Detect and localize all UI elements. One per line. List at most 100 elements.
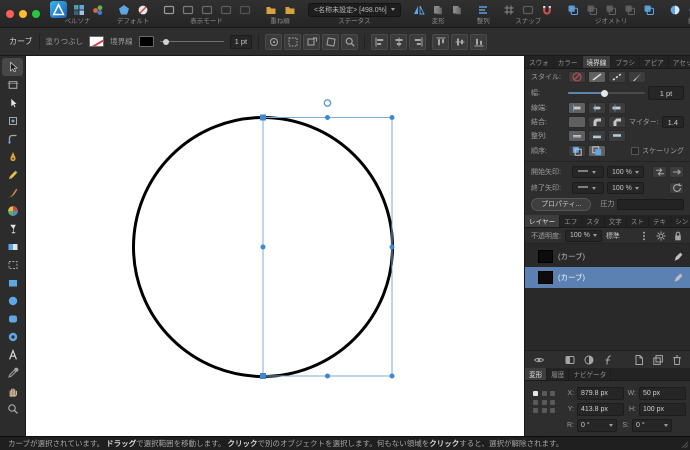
width-value[interactable]: 1 pt <box>648 86 684 100</box>
join-miter-button[interactable] <box>568 116 586 128</box>
cycle-arrows-button[interactable] <box>669 182 684 194</box>
revert-defaults-icon[interactable] <box>135 2 150 17</box>
slider-thumb[interactable] <box>163 39 169 45</box>
cap-butt-button[interactable] <box>568 102 586 114</box>
h-field[interactable]: 100 px <box>639 403 686 416</box>
fill-swatch[interactable] <box>89 36 104 47</box>
transform-panel-tab-transform[interactable]: 変形 <box>525 368 547 380</box>
mask-layer-icon[interactable] <box>563 353 576 366</box>
synchronize-defaults-icon[interactable] <box>116 2 131 17</box>
anchor-bottom-left[interactable] <box>533 408 538 413</box>
zoom-to-selection-button[interactable] <box>341 34 358 50</box>
transform-panel-tab-navigator[interactable]: ナビゲータ <box>569 368 611 380</box>
delete-layer-icon[interactable] <box>670 353 683 366</box>
mirror-arrows-button[interactable] <box>669 166 684 178</box>
minimize-window-button[interactable] <box>19 10 27 18</box>
miter-value[interactable]: 1.4 <box>662 116 684 128</box>
stroke-width-slider[interactable] <box>160 36 224 48</box>
cap-square-button[interactable] <box>608 102 626 114</box>
new-page-icon[interactable] <box>632 353 645 366</box>
stroke-style-solid-button[interactable] <box>588 71 606 83</box>
alignment-icon[interactable] <box>476 2 491 17</box>
swap-arrows-button[interactable] <box>652 166 667 178</box>
anchor-top-center[interactable] <box>542 391 547 396</box>
fill-tool[interactable] <box>2 202 23 220</box>
vector-crop-tool[interactable] <box>2 256 23 274</box>
stroke-panel-tab-assets[interactable]: アセッ <box>669 56 690 68</box>
pixel-alignment-icon[interactable] <box>502 2 517 17</box>
layers-panel-tab-effects[interactable]: エフ <box>560 215 582 227</box>
transform-origin-button[interactable] <box>265 34 282 50</box>
boolean-subtract-icon[interactable] <box>585 2 600 17</box>
w-field[interactable]: 50 px <box>639 387 686 400</box>
align-top-button[interactable] <box>432 34 449 50</box>
outline-view-icon[interactable] <box>237 2 252 17</box>
x-field[interactable]: 879.8 px <box>577 387 624 400</box>
layer-row[interactable]: (カーブ) <box>525 267 690 288</box>
edit-all-layers-button[interactable] <box>303 34 320 50</box>
stroke-width-value[interactable]: 1 pt <box>230 35 253 49</box>
transparency-tool[interactable] <box>2 220 23 238</box>
adjustment-layer-icon[interactable] <box>582 353 595 366</box>
effects-icon[interactable] <box>601 353 614 366</box>
anchor-point-selector[interactable] <box>533 391 557 415</box>
layers-panel-tab-styles[interactable]: スタ <box>582 215 604 227</box>
join-bevel-button[interactable] <box>608 116 626 128</box>
pixel-persona-icon[interactable] <box>71 2 86 17</box>
align-middle-button[interactable] <box>451 34 468 50</box>
stroke-swatch[interactable] <box>139 36 154 47</box>
y-field[interactable]: 413.8 px <box>577 403 624 416</box>
stroke-panel-tab-color[interactable]: カラー <box>554 56 583 68</box>
anchor-center[interactable] <box>542 400 547 405</box>
handle-center[interactable] <box>261 245 266 250</box>
document-canvas[interactable] <box>26 56 524 436</box>
close-window-button[interactable] <box>6 10 14 18</box>
layers-panel-tab-stock[interactable]: スト <box>627 215 649 227</box>
stroke-style-none-button[interactable] <box>568 71 586 83</box>
opacity-dropdown[interactable]: 100 % <box>565 230 602 242</box>
gear-icon[interactable] <box>654 229 667 242</box>
stroke-panel-tab-brushes[interactable]: ブラシ <box>611 56 640 68</box>
anchor-mid-left[interactable] <box>533 400 538 405</box>
zoom-window-button[interactable] <box>32 10 40 18</box>
stroke-style-brush-button[interactable] <box>628 71 646 83</box>
view-tool[interactable] <box>2 382 23 400</box>
rotation-handle[interactable] <box>324 100 330 106</box>
blend-options-icon[interactable] <box>637 229 650 242</box>
layers-panel-tab-character[interactable]: 文字 <box>605 215 627 227</box>
document-status-dropdown[interactable]: <名称未設定> [498.0%] <box>308 3 401 17</box>
align-center-button[interactable] <box>390 34 407 50</box>
pressure-profile-field[interactable] <box>617 199 684 210</box>
resize-grip[interactable] <box>679 439 689 449</box>
end-arrow-dropdown[interactable] <box>572 182 604 194</box>
end-arrow-scale-dropdown[interactable]: 100 % <box>607 182 644 194</box>
boolean-intersect-icon[interactable] <box>604 2 619 17</box>
blend-mode-dropdown[interactable]: 標準 <box>606 231 620 241</box>
designer-persona-icon[interactable] <box>50 1 67 18</box>
gradient-tool[interactable] <box>2 238 23 256</box>
ellipse-tool[interactable] <box>2 292 23 310</box>
stroke-panel-tab-appearance[interactable]: アピア <box>640 56 669 68</box>
rotate-icon[interactable] <box>450 2 465 17</box>
anchor-bottom-center[interactable] <box>542 408 547 413</box>
stroke-panel-tab-swatches[interactable]: スウォ <box>525 56 554 68</box>
slider-thumb[interactable] <box>601 90 608 97</box>
move-tool[interactable] <box>2 58 23 76</box>
node-tool[interactable] <box>2 94 23 112</box>
stroke-align-center-button[interactable] <box>568 130 586 142</box>
flip-horizontal-icon[interactable] <box>412 2 427 17</box>
start-arrow-dropdown[interactable] <box>572 166 604 178</box>
handle-top-mid[interactable] <box>325 115 330 120</box>
snapping-magnet-icon[interactable] <box>540 2 555 17</box>
scaling-checkbox[interactable] <box>631 147 639 155</box>
zoom-tool[interactable] <box>2 400 23 418</box>
retina-view-icon[interactable] <box>199 2 214 17</box>
cap-round-button[interactable] <box>588 102 606 114</box>
lock-icon[interactable] <box>671 229 684 242</box>
cog-shape-tool[interactable] <box>2 328 23 346</box>
insert-behind-icon[interactable] <box>668 2 683 17</box>
stroke-behind-fill-button[interactable] <box>568 145 586 157</box>
s-field[interactable]: 0 ° <box>632 419 672 432</box>
move-to-front-icon[interactable] <box>263 2 278 17</box>
align-left-button[interactable] <box>371 34 388 50</box>
